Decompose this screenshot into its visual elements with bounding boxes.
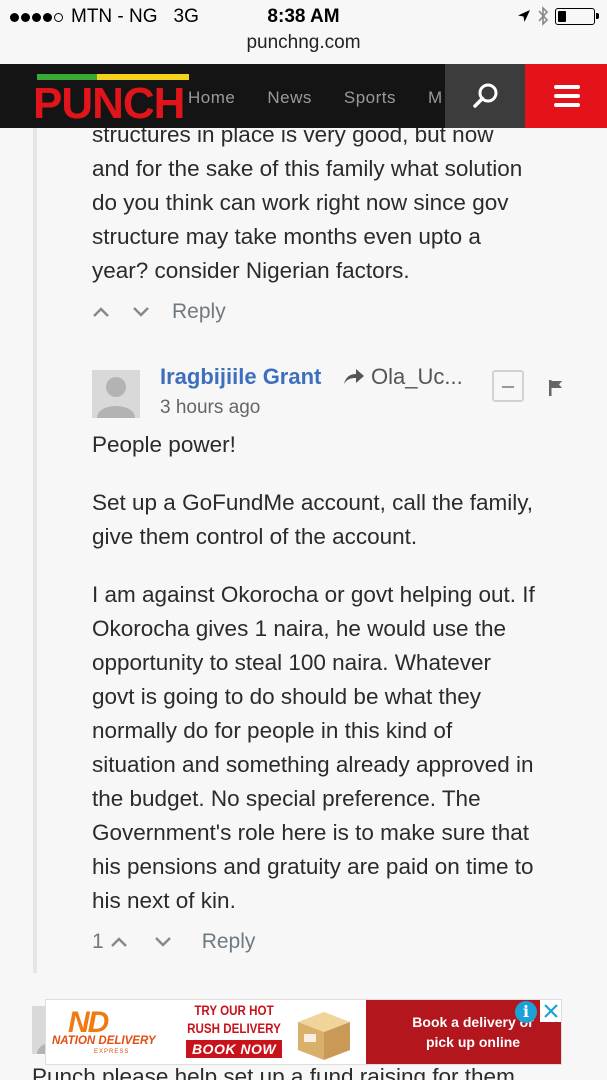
share-arrow-icon xyxy=(344,369,364,384)
comment-line: his pensions and gratuity are paid on ti… xyxy=(92,854,534,879)
nav-item-more[interactable]: M xyxy=(428,88,443,108)
battery-icon xyxy=(555,7,599,25)
comment-line: structures in place is very good, but no… xyxy=(92,128,494,147)
reply-to[interactable]: Ola_Uc... xyxy=(343,364,463,390)
downvote-icon[interactable] xyxy=(132,306,150,318)
comment-line: give them control of the account. xyxy=(92,524,418,549)
reply-button[interactable]: Reply xyxy=(172,300,226,324)
comment-paragraph: People power! xyxy=(92,428,584,462)
reply-to-name: Ola_Uc... xyxy=(371,364,463,389)
site-header: PUNCH Home News Sports M xyxy=(0,64,607,128)
comment-line: Government's role here is to make sure t… xyxy=(92,820,529,845)
comments-section: structures in place is very good, but no… xyxy=(0,128,607,1080)
comment-line: People power! xyxy=(92,432,236,457)
downvote-icon[interactable] xyxy=(154,936,172,948)
comment-line: his next of kin. xyxy=(92,888,236,913)
punch-logo[interactable]: PUNCH xyxy=(33,72,193,128)
comment-line: do you think can work right now since go… xyxy=(92,190,509,215)
menu-button[interactable] xyxy=(525,64,607,128)
nav-item-sports[interactable]: Sports xyxy=(344,88,396,108)
comment-actions: 1 Reply xyxy=(92,930,255,954)
avatar[interactable] xyxy=(92,370,140,418)
info-icon[interactable]: i xyxy=(515,1001,537,1023)
upvote-count: 1 xyxy=(92,930,104,953)
collapse-button[interactable] xyxy=(492,370,524,402)
comment-line: situation and something already approved… xyxy=(92,752,534,777)
ad-brand-name: NATION DELIVERY xyxy=(52,1035,156,1047)
next-comment-body: Punch please help set up a fund raising … xyxy=(32,1064,515,1080)
comment-line: opportunity to steal 100 naira. Whatever xyxy=(92,650,491,675)
comment-line: govt is going to do should be what they xyxy=(92,684,482,709)
comment-line: Okorocha gives 1 naira, he would use the xyxy=(92,616,506,641)
ad-book-now-button[interactable]: BOOK NOW xyxy=(185,1040,283,1058)
reply-button[interactable]: Reply xyxy=(202,930,256,954)
thread-indent-line xyxy=(33,128,37,973)
comment-timestamp[interactable]: 3 hours ago xyxy=(160,397,260,419)
location-arrow-icon xyxy=(518,10,530,22)
previous-comment-actions: Reply xyxy=(92,300,226,324)
comment-line: Set up a GoFundMe account, call the fami… xyxy=(92,490,534,515)
comment-author[interactable]: Iragbijiile Grant xyxy=(160,364,321,390)
comment-line: structure may take months even upto a xyxy=(92,224,481,249)
main-nav: Home News Sports M xyxy=(188,88,443,108)
ad-brand-sub: EXPRESS xyxy=(94,1049,130,1055)
comment-paragraph: I am against Okorocha or govt helping ou… xyxy=(92,578,584,918)
logo-text: PUNCH xyxy=(33,79,185,128)
url-text: punchng.com xyxy=(246,32,361,53)
comment-line: normally do for people in this kind of xyxy=(92,718,453,743)
search-button[interactable] xyxy=(445,64,525,128)
ad-headline: TRY OUR HOT RUSH DELIVERY BOOK NOW xyxy=(179,1002,289,1059)
minus-icon xyxy=(502,386,514,388)
comment-line: the budget. No special preference. The xyxy=(92,786,481,811)
ad-brand-logo: ND NATION DELIVERY EXPRESS xyxy=(52,1006,172,1060)
status-icons xyxy=(517,6,599,26)
package-box-icon xyxy=(298,1012,350,1060)
search-icon xyxy=(473,83,498,108)
upvote-icon[interactable] xyxy=(92,306,110,318)
ad-headline-line: TRY OUR HOT xyxy=(194,1003,274,1018)
comment-line: and for the sake of this family what sol… xyxy=(92,156,523,181)
status-bar: MTN - NG 3G 8:38 AM xyxy=(0,0,607,34)
nav-item-home[interactable]: Home xyxy=(188,88,235,108)
flag-icon[interactable] xyxy=(549,380,563,396)
comment-line: I am against Okorocha or govt helping ou… xyxy=(92,582,535,607)
user-silhouette-icon xyxy=(97,377,135,418)
bluetooth-icon xyxy=(538,6,549,26)
ad-headline-line: RUSH DELIVERY xyxy=(187,1021,281,1036)
ad-banner[interactable]: ND NATION DELIVERY EXPRESS TRY OUR HOT R… xyxy=(45,999,562,1065)
comment-line: year? consider Nigerian factors. xyxy=(92,258,410,283)
comment-paragraph: Set up a GoFundMe account, call the fami… xyxy=(92,486,584,554)
nav-item-news[interactable]: News xyxy=(267,88,312,108)
url-bar[interactable]: punchng.com xyxy=(0,32,607,62)
close-icon[interactable] xyxy=(540,1000,561,1022)
previous-comment-body: structures in place is very good, but no… xyxy=(92,128,582,288)
upvote-icon[interactable] xyxy=(110,936,128,948)
clock: 8:38 AM xyxy=(267,6,340,27)
